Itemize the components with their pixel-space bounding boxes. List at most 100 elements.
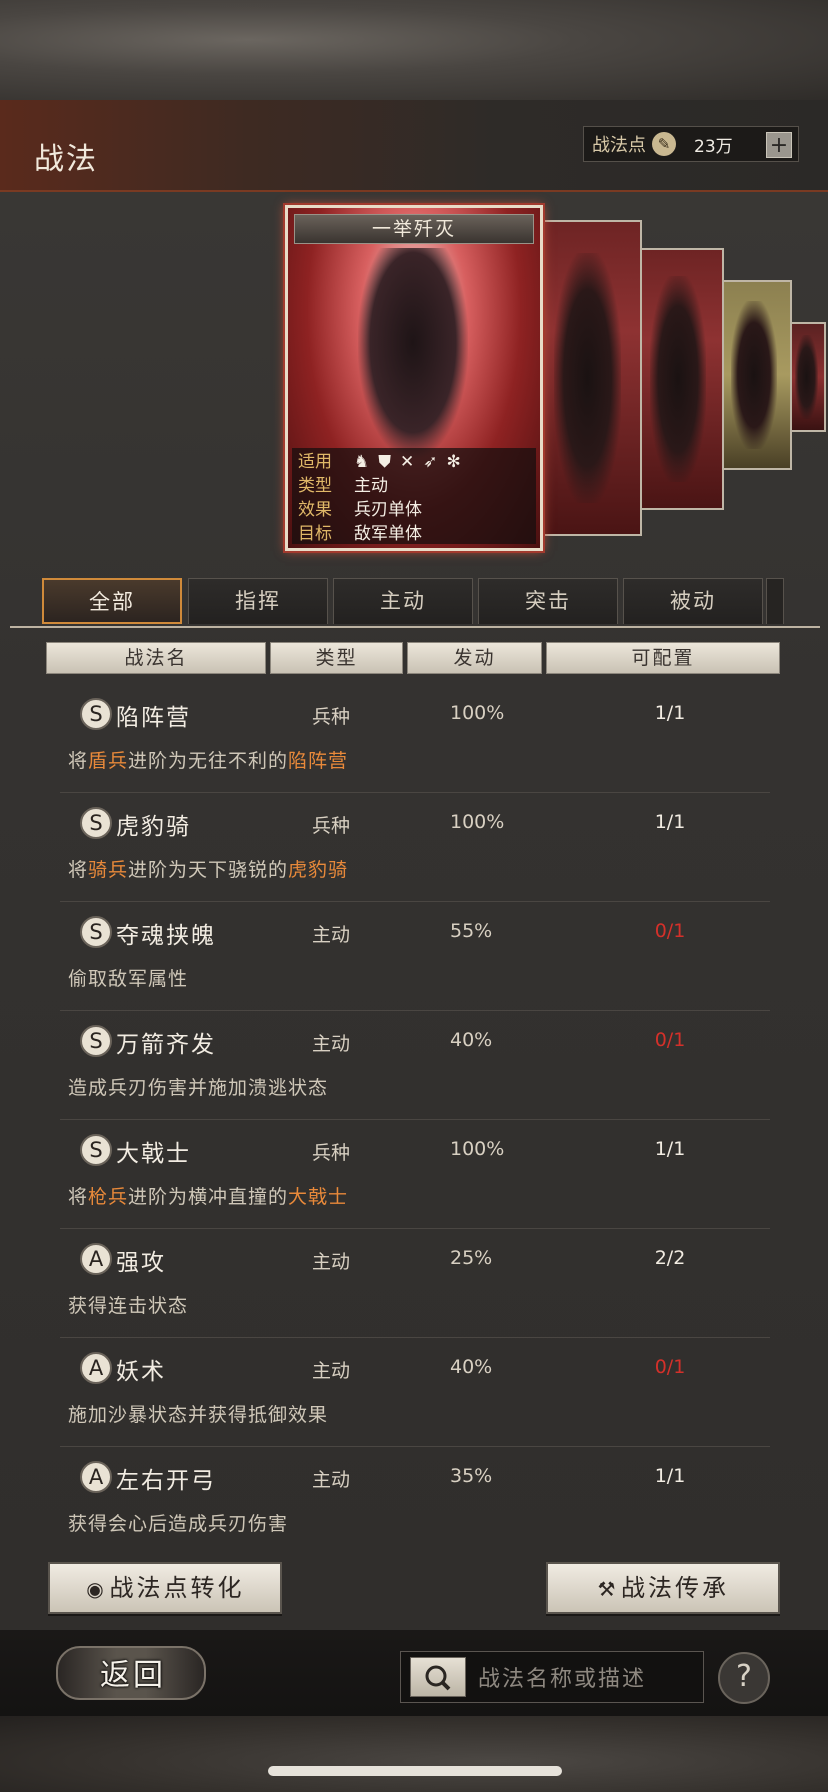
skill-row[interactable]: S 大戟士 兵种 100% 1/1 将枪兵进阶为横冲直撞的大戟士	[60, 1120, 770, 1229]
desc-text: 将	[68, 1186, 89, 1208]
skill-config: 2/2	[654, 1247, 686, 1269]
column-header-type[interactable]: 类型	[270, 642, 403, 674]
tab-active[interactable]: 主动	[333, 578, 473, 624]
skill-points-value: 23万	[694, 136, 733, 157]
skill-description: 造成兵刃伤害并施加溃逃状态	[68, 1073, 328, 1100]
add-points-button[interactable]: +	[766, 132, 792, 158]
skill-config: 0/1	[654, 1356, 686, 1378]
highlight-text: 大戟士	[288, 1186, 349, 1208]
desc-text: 进阶为无往不利的	[128, 750, 289, 772]
column-header-rate[interactable]: 发动	[407, 642, 542, 674]
skill-config: 1/1	[654, 1138, 686, 1160]
skill-name: 大戟士	[116, 1141, 191, 1167]
highlight-text: 盾兵	[88, 750, 129, 772]
inherit-skill-button[interactable]: ⚒ 战法传承	[546, 1562, 780, 1614]
skill-row[interactable]: A 强攻 主动 25% 2/2 获得连击状态	[60, 1229, 770, 1338]
skill-config: 1/1	[654, 1465, 686, 1487]
desc-text: 施加沙暴状态并获得抵御效果	[68, 1404, 329, 1426]
card-info-row: 类型 主动	[298, 474, 388, 498]
column-header-name[interactable]: 战法名	[46, 642, 266, 674]
skill-point-icon: ✎	[652, 132, 676, 156]
skill-rate: 25%	[450, 1247, 493, 1269]
desc-text: 获得连击状态	[68, 1295, 189, 1317]
skill-type: 主动	[312, 1251, 351, 1273]
help-button[interactable]: ?	[718, 1652, 770, 1704]
skill-description: 偷取敌军属性	[68, 964, 188, 991]
top-background	[0, 0, 828, 100]
skill-row[interactable]: S 夺魂挟魄 主动 55% 0/1 偷取敌军属性	[60, 902, 770, 1011]
skill-config: 1/1	[654, 811, 686, 833]
info-value: 兵刃单体	[354, 500, 422, 520]
info-key: 类型	[298, 476, 332, 496]
wheel-icon: ✻	[446, 452, 461, 472]
tabs-divider	[10, 626, 820, 628]
cavalry-icon: ♞	[354, 452, 370, 472]
skill-name: 妖术	[116, 1359, 166, 1385]
tab-assault[interactable]: 突击	[478, 578, 618, 624]
grade-badge: A	[80, 1461, 112, 1493]
info-value: 主动	[354, 476, 388, 496]
card-stack-2[interactable]	[640, 248, 724, 510]
skill-type: 兵种	[312, 706, 351, 728]
card-artwork	[358, 248, 468, 458]
skill-description: 将枪兵进阶为横冲直撞的大戟士	[68, 1182, 348, 1209]
skill-type: 主动	[312, 1033, 351, 1055]
skill-points-box: 战法点 ✎ 23万 +	[583, 126, 799, 162]
search-button[interactable]	[410, 1657, 466, 1697]
bow-icon: ✕	[400, 452, 415, 472]
convert-points-button[interactable]: ◉ 战法点转化	[48, 1562, 282, 1614]
skill-description: 获得会心后造成兵刃伤害	[68, 1509, 288, 1536]
unit-icons: ♞ ⛊ ✕ ➶ ✻	[354, 450, 461, 474]
info-key: 效果	[298, 500, 332, 520]
hammer-icon: ⚒	[597, 1577, 619, 1601]
back-label[interactable]: 返回	[100, 1650, 166, 1694]
skill-type: 主动	[312, 1469, 351, 1491]
shield-icon: ⛊	[378, 452, 391, 472]
desc-text: 进阶为天下骁锐的	[128, 859, 289, 881]
highlight-text: 枪兵	[88, 1186, 129, 1208]
desc-text: 将	[68, 859, 89, 881]
skill-type: 主动	[312, 1360, 351, 1382]
card-info-panel: 适用 ♞ ⛊ ✕ ➶ ✻ 类型 主动 效果 兵刃单体 目标 敌军单体	[292, 448, 536, 544]
card-stack-1[interactable]	[542, 220, 642, 536]
skill-rate: 100%	[450, 702, 505, 724]
card-stack-4[interactable]	[790, 322, 826, 432]
skill-description: 将骑兵进阶为天下骁锐的虎豹骑	[68, 855, 348, 882]
skill-name: 万箭齐发	[116, 1032, 216, 1058]
page-title: 战法	[34, 142, 98, 177]
skill-rate: 40%	[450, 1356, 493, 1378]
skill-list[interactable]: S 陷阵营 兵种 100% 1/1 将盾兵进阶为无往不利的陷阵营 S 虎豹骑 兵种 100% 1/1…	[10, 684, 818, 1546]
skill-name: 虎豹骑	[116, 814, 191, 840]
skill-rate: 100%	[450, 811, 505, 833]
skill-rate: 35%	[450, 1465, 493, 1487]
info-key: 目标	[298, 524, 332, 544]
inherit-skill-label: 战法传承	[621, 1574, 729, 1602]
info-key: 适用	[298, 452, 332, 472]
featured-skill-card[interactable]: 一举歼灭 适用 ♞ ⛊ ✕ ➶ ✻ 类型 主动 效果 兵刃单体 目标 敌军单体	[285, 205, 543, 551]
skill-row[interactable]: A 左右开弓 主动 35% 1/1 获得会心后造成兵刃伤害	[60, 1447, 770, 1546]
card-info-row: 效果 兵刃单体	[298, 498, 422, 522]
skill-name: 陷阵营	[116, 705, 191, 731]
column-header-config[interactable]: 可配置	[546, 642, 780, 674]
search-input[interactable]	[478, 1664, 698, 1694]
skill-row[interactable]: S 虎豹骑 兵种 100% 1/1 将骑兵进阶为天下骁锐的虎豹骑	[60, 793, 770, 902]
skill-row[interactable]: A 妖术 主动 40% 0/1 施加沙暴状态并获得抵御效果	[60, 1338, 770, 1447]
skill-row[interactable]: S 陷阵营 兵种 100% 1/1 将盾兵进阶为无往不利的陷阵营	[60, 684, 770, 793]
tab-all[interactable]: 全部	[42, 578, 182, 624]
card-stack-3[interactable]	[722, 280, 792, 470]
desc-text: 偷取敌军属性	[68, 968, 189, 990]
grade-badge: S	[80, 916, 112, 948]
skill-config: 0/1	[654, 920, 686, 942]
skill-type: 主动	[312, 924, 351, 946]
skill-row[interactable]: S 万箭齐发 主动 40% 0/1 造成兵刃伤害并施加溃逃状态	[60, 1011, 770, 1120]
skill-points-label: 战法点	[592, 135, 646, 156]
tab-passive[interactable]: 被动	[623, 578, 763, 624]
tab-command[interactable]: 指挥	[188, 578, 328, 624]
card-info-row: 目标 敌军单体	[298, 522, 422, 546]
highlight-text: 虎豹骑	[288, 859, 349, 881]
grade-badge: S	[80, 1025, 112, 1057]
skill-type: 兵种	[312, 815, 351, 837]
skill-description: 施加沙暴状态并获得抵御效果	[68, 1400, 328, 1427]
card-info-row: 适用 ♞ ⛊ ✕ ➶ ✻	[298, 450, 461, 474]
grade-badge: A	[80, 1243, 112, 1275]
